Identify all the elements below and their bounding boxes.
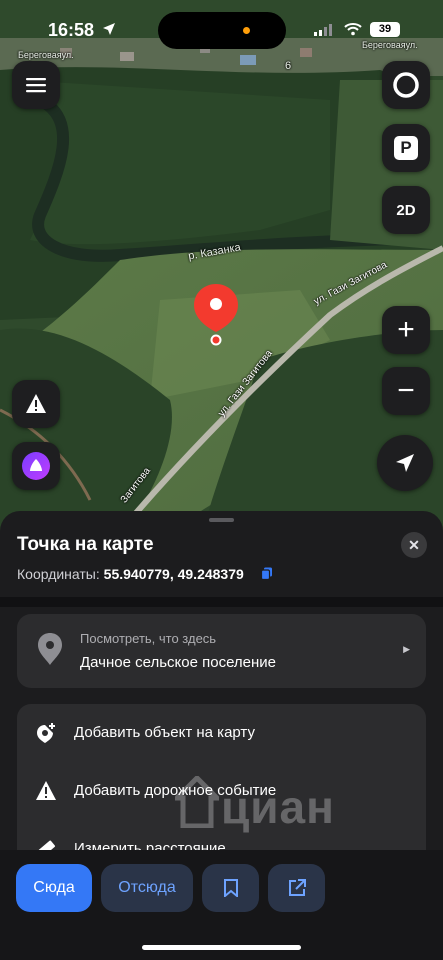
map-view[interactable]: Береговаяул. Береговаяул. 12 6 р. Казанк… (0, 0, 443, 540)
wifi-icon (344, 23, 362, 36)
coordinates-value[interactable]: 55.940779, 49.248379 (104, 566, 244, 582)
dynamic-island (158, 12, 286, 49)
action-bar: Сюда Отсюда (0, 850, 443, 960)
bookmark-icon (223, 879, 238, 897)
location-arrow-icon (103, 23, 115, 35)
location-pin-icon (38, 633, 62, 665)
menu-button[interactable] (12, 61, 60, 109)
warning-icon (26, 394, 46, 413)
copy-icon[interactable] (261, 567, 273, 580)
add-place-icon (37, 723, 55, 743)
cian-logo-icon (170, 774, 224, 829)
status-bar: 16:58 39 (0, 0, 443, 49)
cian-watermark-brand: циан (221, 781, 335, 833)
coordinates-line: Координаты: 55.940779, 49.248379 (17, 566, 244, 582)
parking-button[interactable]: P (382, 124, 430, 172)
share-icon (288, 879, 306, 896)
add-object-label: Добавить объект на карту (74, 724, 255, 741)
locate-me-button[interactable] (377, 435, 433, 491)
navigation-arrow-icon (396, 454, 414, 472)
sheet-divider (0, 597, 443, 607)
report-incident-button[interactable] (12, 380, 60, 428)
share-button[interactable] (268, 864, 325, 912)
parking-icon: P (394, 136, 418, 160)
route-here-button[interactable]: Сюда (16, 864, 92, 912)
map-label-village-left: Береговаяул. (18, 50, 74, 60)
route-from-button[interactable]: Отсюда (101, 864, 193, 912)
whats-here-subtitle: Посмотреть, что здесь (80, 631, 217, 646)
alice-icon (22, 452, 50, 480)
cian-watermark: циан ID 315255461 (170, 774, 347, 873)
recording-indicator (243, 27, 250, 34)
menu-icon (26, 78, 46, 93)
alice-button[interactable] (12, 442, 60, 490)
close-icon: ✕ (408, 536, 420, 553)
coordinates-label: Координаты: (17, 566, 104, 582)
alice-ring-icon (393, 72, 419, 98)
chevron-right-icon: ▶ (403, 644, 410, 654)
alice-ring-button[interactable] (382, 61, 430, 109)
sheet-drag-handle[interactable] (209, 518, 234, 522)
signal-icon (314, 24, 332, 36)
home-indicator (142, 945, 301, 950)
bookmark-button[interactable] (202, 864, 259, 912)
add-object-row[interactable]: Добавить объект на карту (17, 704, 426, 762)
whats-here-card[interactable]: Посмотреть, что здесь Дачное сельское по… (17, 614, 426, 688)
view-mode-button[interactable]: 2D (382, 186, 430, 234)
status-time: 16:58 (48, 20, 95, 40)
map-pin-icon[interactable] (192, 282, 240, 348)
close-button[interactable]: ✕ (401, 532, 427, 558)
zoom-out-button[interactable]: − (382, 367, 430, 415)
bottom-sheet[interactable]: Точка на карте ✕ Координаты: 55.940779, … (0, 511, 443, 960)
map-label-number-6: 6 (285, 60, 292, 72)
road-warning-icon (36, 781, 56, 800)
zoom-in-button[interactable]: + (382, 306, 430, 354)
whats-here-title: Дачное сельское поселение (80, 654, 277, 671)
sheet-title: Точка на карте (17, 534, 154, 555)
battery-indicator: 39 (370, 22, 400, 37)
